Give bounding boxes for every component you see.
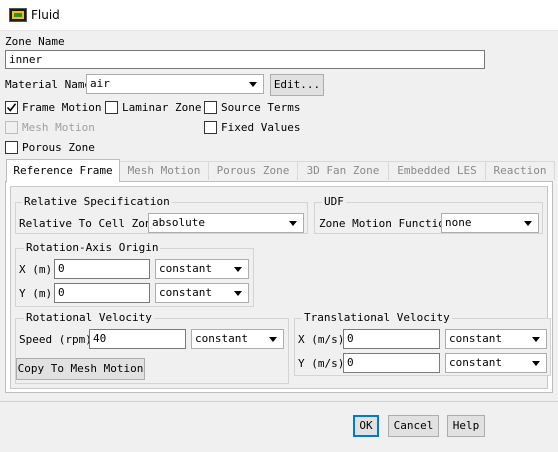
origin-x-method-value: constant xyxy=(159,262,212,275)
zone-motion-function-label: Zone Motion Function xyxy=(319,217,452,230)
chevron-down-icon xyxy=(524,221,532,226)
speed-method-dropdown[interactable]: constant xyxy=(191,329,284,349)
zone-name-label: Zone Name xyxy=(5,35,65,48)
tab-reference-frame[interactable]: Reference Frame xyxy=(6,159,120,182)
source-terms-label: Source Terms xyxy=(221,101,301,114)
speed-input[interactable]: 40 xyxy=(89,329,186,349)
mesh-motion-label: Mesh Motion xyxy=(22,121,95,134)
fluent-app-icon xyxy=(9,8,27,22)
material-name-label: Material Name xyxy=(5,78,92,91)
help-button[interactable]: Help xyxy=(447,415,485,437)
footer-separator xyxy=(0,401,558,402)
zone-name-input[interactable]: inner xyxy=(5,50,485,69)
ok-button[interactable]: OK xyxy=(353,415,379,437)
chevron-down-icon xyxy=(249,82,257,87)
translational-y-label: Y (m/s) xyxy=(298,357,345,370)
material-edit-button[interactable]: Edit... xyxy=(270,74,324,96)
udf-title: UDF xyxy=(322,195,346,209)
tab-3d-fan-zone[interactable]: 3D Fan Zone xyxy=(297,161,389,180)
origin-x-method-dropdown[interactable]: constant xyxy=(155,259,249,279)
chevron-down-icon xyxy=(532,337,540,342)
porous-zone-checkbox[interactable] xyxy=(5,141,18,154)
speed-method-value: constant xyxy=(195,332,248,345)
translational-x-method-value: constant xyxy=(449,332,502,345)
zone-motion-function-value: none xyxy=(445,216,472,229)
chevron-down-icon xyxy=(289,221,297,226)
cancel-button[interactable]: Cancel xyxy=(388,415,439,437)
chevron-down-icon xyxy=(234,267,242,272)
relative-specification-title: Relative Specification xyxy=(22,195,172,209)
checkmark-icon xyxy=(6,103,17,112)
laminar-zone-checkbox[interactable] xyxy=(105,101,118,114)
origin-y-label: Y (m) xyxy=(19,287,53,300)
translational-x-input[interactable]: 0 xyxy=(343,329,440,349)
chevron-down-icon xyxy=(269,337,277,342)
translational-velocity-title: Translational Velocity xyxy=(302,311,452,325)
material-name-value: air xyxy=(90,77,110,90)
copy-to-mesh-motion-button[interactable]: Copy To Mesh Motion xyxy=(16,358,145,380)
tab-mesh-motion[interactable]: Mesh Motion xyxy=(119,161,209,180)
origin-x-input[interactable]: 0 xyxy=(54,259,150,279)
material-name-dropdown[interactable]: air xyxy=(86,74,264,94)
fixed-values-checkbox[interactable] xyxy=(204,121,217,134)
chevron-down-icon xyxy=(532,361,540,366)
frame-motion-label: Frame Motion xyxy=(22,101,102,114)
origin-y-method-value: constant xyxy=(159,286,212,299)
rotational-velocity-title: Rotational Velocity xyxy=(24,311,154,325)
porous-zone-label: Porous Zone xyxy=(22,141,95,154)
relative-to-cell-zone-value: absolute xyxy=(152,216,205,229)
zone-motion-function-dropdown[interactable]: none xyxy=(441,213,539,233)
speed-label: Speed (rpm) xyxy=(19,333,92,346)
chevron-down-icon xyxy=(234,291,242,296)
origin-x-label: X (m) xyxy=(19,263,53,276)
translational-y-method-dropdown[interactable]: constant xyxy=(445,353,547,373)
translational-x-label: X (m/s) xyxy=(298,333,345,346)
window-title: Fluid xyxy=(31,8,60,22)
tab-embedded-les[interactable]: Embedded LES xyxy=(388,161,486,180)
origin-y-method-dropdown[interactable]: constant xyxy=(155,283,249,303)
rotation-axis-origin-title: Rotation-Axis Origin xyxy=(24,241,161,255)
translational-x-method-dropdown[interactable]: constant xyxy=(445,329,547,349)
translational-y-method-value: constant xyxy=(449,356,502,369)
fixed-values-label: Fixed Values xyxy=(221,121,301,134)
relative-to-cell-zone-dropdown[interactable]: absolute xyxy=(148,213,304,233)
origin-y-input[interactable]: 0 xyxy=(54,283,150,303)
mesh-motion-checkbox[interactable] xyxy=(5,121,18,134)
tab-porous-zone[interactable]: Porous Zone xyxy=(208,161,298,180)
source-terms-checkbox[interactable] xyxy=(204,101,217,114)
translational-y-input[interactable]: 0 xyxy=(343,353,440,373)
relative-to-cell-zone-label: Relative To Cell Zone xyxy=(19,217,159,230)
laminar-zone-label: Laminar Zone xyxy=(122,101,202,114)
title-bar xyxy=(0,0,558,31)
frame-motion-checkbox[interactable] xyxy=(5,101,18,114)
tab-reaction[interactable]: Reaction xyxy=(485,161,555,180)
